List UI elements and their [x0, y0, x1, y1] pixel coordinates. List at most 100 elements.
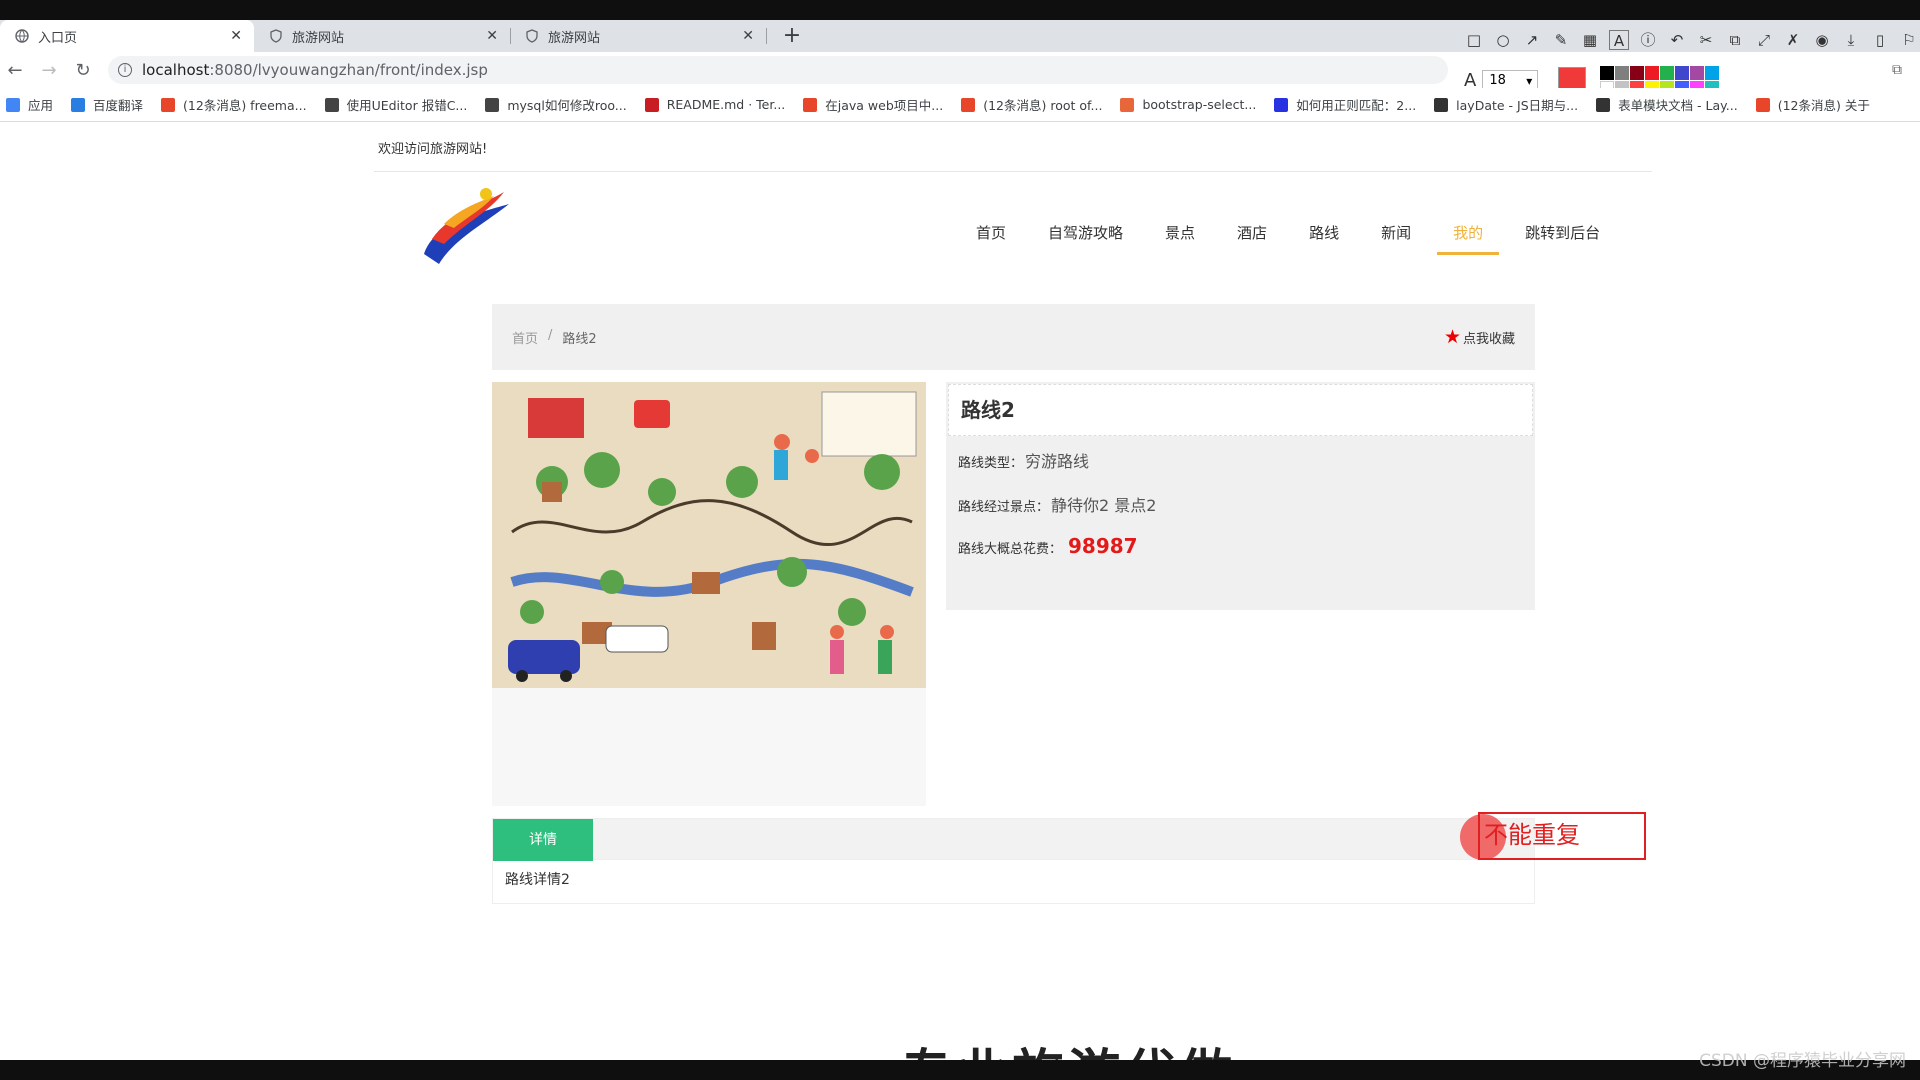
close-icon[interactable]: ✕: [486, 28, 498, 44]
ellipse-tool-icon[interactable]: ○: [1493, 30, 1513, 50]
apps-icon: [6, 97, 20, 112]
bookmark-item[interactable]: (12条消息) freema...: [161, 95, 307, 114]
bookmark-label: 应用: [28, 98, 54, 113]
bookmark-item[interactable]: 使用UEditor 报错C...: [324, 95, 468, 114]
detail-tabs: 详情: [492, 818, 1535, 861]
close-icon[interactable]: ✕: [230, 28, 242, 44]
baidu-paw-icon: [1274, 97, 1289, 112]
layui-icon: [1434, 97, 1449, 112]
tab-title: 入口页: [38, 30, 78, 46]
bookmark-item[interactable]: 百度翻译: [71, 95, 143, 114]
breadcrumb-separator: /: [548, 328, 553, 343]
url-host: localhost: [142, 61, 210, 79]
browser-tab-1[interactable]: 入口页 ✕: [0, 20, 254, 52]
forward-arrow-icon[interactable]: →: [38, 60, 60, 82]
bookmark-item[interactable]: README.md · Ter...: [644, 97, 785, 112]
main-navigation: 首页 自驾游攻略 景点 酒店 路线 新闻 我的 跳转到后台: [960, 222, 1626, 255]
bookmark-label: 在java web项目中...: [825, 98, 944, 113]
route-type-row: 路线类型： 穷游路线: [958, 448, 1089, 472]
nav-item[interactable]: 酒店: [1221, 222, 1283, 252]
annotation-toolbar: □ ○ ↗ ✎ ▦ A ⓘ ↶ ✂ ⧉ ⤢ ✗ ◉ ⤓ ▯ ⚐ A 18: [1456, 22, 1920, 95]
route-info-panel: 路线2 路线类型： 穷游路线 路线经过景点： 静待你2 景点2 路线大概总花费：…: [946, 382, 1535, 610]
undo-icon[interactable]: ↶: [1667, 30, 1687, 50]
route-spots-value: 静待你2 景点2: [1051, 496, 1157, 515]
reload-icon[interactable]: ↻: [72, 60, 94, 82]
site-logo[interactable]: [414, 184, 514, 270]
route-type-label: 路线类型：: [958, 456, 1024, 471]
pin-tool-icon[interactable]: ✗: [1783, 30, 1803, 50]
bookmark-item[interactable]: layDate - JS日期与...: [1434, 95, 1578, 114]
arrow-tool-icon[interactable]: ↗: [1522, 30, 1542, 50]
link-icon: [485, 97, 500, 112]
bookmark-icon[interactable]: ⚐: [1899, 30, 1919, 50]
bookmark-item[interactable]: 在java web项目中...: [803, 95, 943, 114]
device-icon[interactable]: ▯: [1870, 30, 1890, 50]
nav-item[interactable]: 我的: [1437, 222, 1500, 255]
tab-title: 旅游网站: [548, 30, 601, 46]
nav-item[interactable]: 自驾游攻略: [1032, 222, 1139, 252]
breadcrumb-home[interactable]: 首页: [512, 328, 538, 347]
breadcrumb: 首页 / 路线2: [512, 328, 597, 347]
number-tool-icon[interactable]: ⓘ: [1638, 30, 1658, 50]
rectangle-tool-icon[interactable]: □: [1464, 30, 1484, 50]
route-image-panel: [492, 382, 926, 806]
bookmark-item[interactable]: bootstrap-select...: [1120, 97, 1256, 112]
pencil-tool-icon[interactable]: ✎: [1551, 30, 1571, 50]
tab-detail[interactable]: 详情: [493, 819, 593, 861]
record-icon[interactable]: ◉: [1812, 30, 1832, 50]
route-type-value: 穷游路线: [1025, 452, 1090, 471]
screen-bottom-bar: [0, 1060, 1920, 1080]
info-icon[interactable]: i: [118, 63, 132, 77]
translate-icon: [71, 97, 86, 112]
text-tool-icon[interactable]: A: [1609, 30, 1629, 50]
tab-separator: [766, 28, 767, 44]
csdn-icon: [1755, 97, 1770, 112]
bookmark-item[interactable]: (12条消息) root of...: [961, 95, 1102, 114]
bookmark-item[interactable]: 如何用正则匹配：2...: [1274, 95, 1416, 114]
csdn-icon: [961, 97, 976, 112]
nav-item[interactable]: 新闻: [1365, 222, 1427, 252]
translate-page-icon[interactable]: ⧉: [1892, 62, 1910, 78]
font-size-value: 18: [1489, 72, 1506, 88]
watermark-text: CSDN @程序猿毕业分享网: [1699, 1051, 1906, 1071]
favorite-button[interactable]: ★ 点我收藏: [1444, 326, 1515, 348]
bookmark-label: 如何用正则匹配：2...: [1296, 98, 1417, 113]
bookmark-item[interactable]: 表单模块文档 - Lay...: [1596, 95, 1738, 114]
nav-item[interactable]: 跳转到后台: [1509, 222, 1616, 252]
web-page: 欢迎访问旅游网站! 首页 自驾游攻略 景点 酒店 路线 新闻 我的 跳转到后台 首页 / 路线…: [0, 122, 1920, 1078]
shield-icon: [524, 28, 540, 44]
tab-title: 旅游网站: [292, 30, 345, 46]
route-map-image: [492, 382, 926, 688]
bookmark-item[interactable]: 应用: [6, 95, 53, 114]
url-field[interactable]: i localhost:8080/lvyouwangzhan/front/ind…: [108, 56, 1448, 84]
bookmark-item[interactable]: (12条消息) 关于: [1755, 95, 1870, 114]
nav-item[interactable]: 首页: [960, 222, 1022, 252]
browser-tab-3[interactable]: 旅游网站 ✕: [510, 20, 767, 52]
new-tab-button[interactable]: +: [778, 20, 806, 52]
bookmark-item[interactable]: mysql如何修改roo...: [485, 95, 627, 114]
header-divider: [374, 171, 1652, 172]
close-icon[interactable]: ✕: [742, 28, 754, 44]
nav-item[interactable]: 景点: [1149, 222, 1211, 252]
mosaic-tool-icon[interactable]: ▦: [1580, 30, 1600, 50]
nav-item[interactable]: 路线: [1293, 222, 1355, 252]
translate-tool-icon[interactable]: ⧉: [1725, 30, 1745, 50]
download-icon[interactable]: ⤓: [1841, 30, 1861, 50]
cut-tool-icon[interactable]: ✂: [1696, 30, 1716, 50]
route-title: 路线2: [948, 384, 1533, 436]
bookmark-label: 表单模块文档 - Lay...: [1618, 98, 1738, 113]
csdn-icon: [803, 97, 818, 112]
browser-tab-2[interactable]: 旅游网站 ✕: [254, 20, 511, 52]
route-spots-label: 路线经过景点：: [958, 500, 1050, 515]
star-icon: ★: [1443, 326, 1461, 348]
bookmark-label: 使用UEditor 报错C...: [346, 98, 468, 113]
bookmark-label: 百度翻译: [93, 98, 144, 113]
expand-tool-icon[interactable]: ⤢: [1754, 30, 1774, 50]
favorite-label: 点我收藏: [1462, 331, 1515, 347]
annotation-text-box[interactable]: 不能重复: [1478, 812, 1646, 860]
back-arrow-icon[interactable]: ←: [4, 60, 26, 82]
bookmark-label: (12条消息) root of...: [983, 98, 1103, 113]
cnblogs-icon: [1120, 97, 1135, 112]
breadcrumb-bar: 首页 / 路线2 ★ 点我收藏: [492, 304, 1535, 370]
detail-content: 路线详情2: [492, 860, 1535, 904]
